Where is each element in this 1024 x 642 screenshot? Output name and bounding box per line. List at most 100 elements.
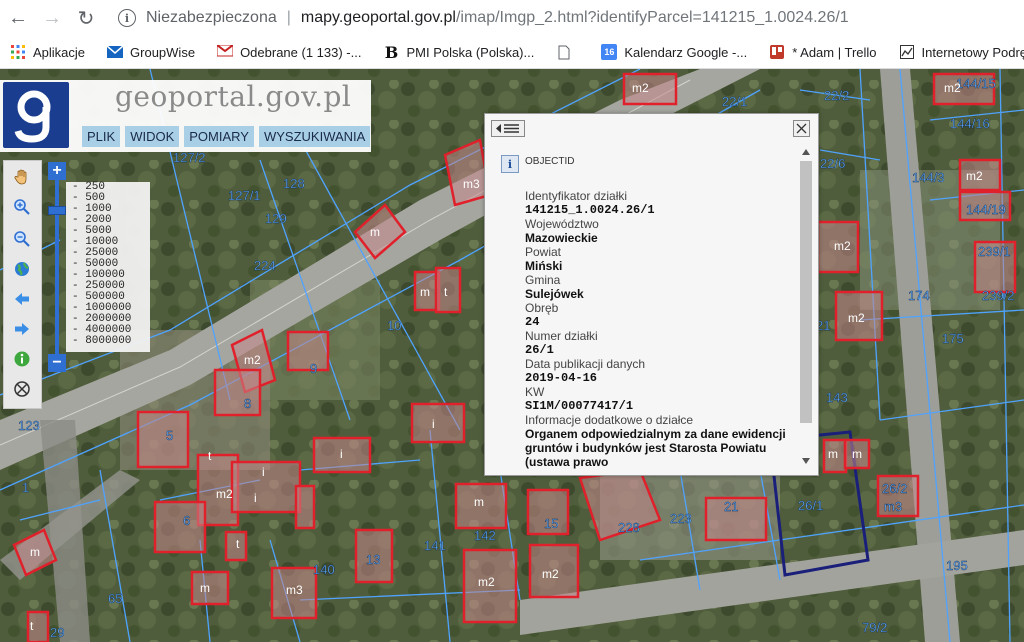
identify-info-icon[interactable] xyxy=(12,349,32,369)
map-toolbar xyxy=(3,160,42,409)
back-arrow-icon[interactable]: ← xyxy=(2,2,34,34)
parcel-label: 224 xyxy=(254,258,276,273)
bookmark-document[interactable] xyxy=(556,44,579,60)
building-code: m xyxy=(828,447,838,461)
zoom-slider[interactable]: + − xyxy=(48,162,66,374)
zoom-thumb[interactable] xyxy=(48,206,66,215)
parcel-label: 223 xyxy=(670,511,692,526)
zoom-in-icon[interactable] xyxy=(12,197,32,217)
bookmark-label: Aplikacje xyxy=(33,44,86,60)
building-code: m2 xyxy=(944,81,961,95)
parcel-fields: Identyfikator działki 141215_1.0024.26/1… xyxy=(525,189,795,469)
parcel-label: 228 xyxy=(618,520,640,535)
bookmark-gmail[interactable]: Odebrane (1 133) -... xyxy=(217,44,361,60)
trello-icon xyxy=(769,44,785,60)
parcel-label: 26/2 xyxy=(882,481,907,496)
building-code: m2 xyxy=(848,311,865,325)
building-code: m2 xyxy=(542,567,559,581)
field-label: KW xyxy=(525,385,545,399)
menu-plik[interactable]: PLIK xyxy=(82,126,121,147)
objectid-label: OBJECTID xyxy=(525,156,575,167)
field-value: Organem odpowiedzialnym za dane ewidencj… xyxy=(525,427,786,469)
field-label: Numer działki xyxy=(525,329,598,343)
popup-close-icon[interactable] xyxy=(793,120,810,137)
bookmark-pmi[interactable]: B PMI Polska (Polska)... xyxy=(383,43,535,62)
scroll-up-icon[interactable] xyxy=(802,149,810,155)
globe-full-extent-icon[interactable] xyxy=(12,259,32,279)
bookmark-calendar[interactable]: 16 Kalendarz Google -... xyxy=(601,44,747,60)
menu-wyszukiwania[interactable]: WYSZUKIWANIA xyxy=(258,126,371,147)
bookmark-trello[interactable]: * Adam | Trello xyxy=(769,44,877,60)
info-i-icon: i xyxy=(501,155,519,173)
field-label: Gmina xyxy=(525,273,561,287)
next-view-arrow-icon[interactable] xyxy=(12,319,32,339)
parcel-label: 128 xyxy=(283,176,305,191)
building-code: i xyxy=(262,465,265,479)
menu-widok[interactable]: WIDOK xyxy=(125,126,180,147)
menu-pomiary[interactable]: POMIARY xyxy=(184,126,254,147)
building-code: m xyxy=(200,581,210,595)
bookmark-label: * Adam | Trello xyxy=(792,44,877,60)
parcel-label: 127/1 xyxy=(228,188,261,203)
pan-hand-icon[interactable] xyxy=(12,167,32,187)
popup-list-back-icon[interactable] xyxy=(491,120,525,137)
url-path: /imap/Imgp_2.html?identifyParcel=141215_… xyxy=(455,9,849,26)
parcel-label: 22/2 xyxy=(824,88,849,103)
popup-scrollbar[interactable] xyxy=(798,149,814,467)
field-label: Data publikacji danych xyxy=(525,357,646,371)
bookmark-apps[interactable]: Aplikacje xyxy=(10,44,85,60)
field-value: Mazowieckie xyxy=(525,231,598,245)
building-code: m3 xyxy=(463,177,480,191)
field-value: 141215_1.0024.26/1 xyxy=(525,203,655,217)
url-host: mapy.geoportal.gov.pl xyxy=(300,9,456,26)
field-value: 24 xyxy=(525,315,540,329)
zoom-plus-button[interactable]: + xyxy=(48,162,66,180)
building-code: m2 xyxy=(244,353,261,367)
field-label: Obręb xyxy=(525,301,559,315)
popup-content[interactable]: i OBJECTID Identyfikator działki 141215_… xyxy=(485,149,798,469)
reload-icon[interactable]: ↻ xyxy=(70,2,102,34)
zoom-minus-button[interactable]: − xyxy=(48,354,66,372)
building-code: m xyxy=(474,495,484,509)
parcel-label: 123 xyxy=(18,418,40,433)
popup-header xyxy=(485,114,818,144)
parcel-label: 129 xyxy=(265,211,287,226)
parcel-label: 127/2 xyxy=(173,150,206,165)
url-separator: | xyxy=(286,9,291,26)
parcel-label: 9 xyxy=(310,361,317,376)
bookmark-groupwise[interactable]: GroupWise xyxy=(107,44,195,60)
parcel-label: 144/19 xyxy=(966,202,1006,217)
field-value: 2019-04-16 xyxy=(525,371,598,385)
scroll-down-icon[interactable] xyxy=(802,458,810,464)
clear-cross-circle-icon[interactable] xyxy=(12,379,32,399)
field-label: Województwo xyxy=(525,217,599,231)
parcel-label: 8 xyxy=(244,396,251,411)
previous-view-arrow-icon[interactable] xyxy=(12,289,32,309)
popup-scroll-thumb[interactable] xyxy=(800,161,812,423)
building-code: m2 xyxy=(478,575,495,589)
building-code: m2 xyxy=(834,239,851,253)
bookmark-label: Kalendarz Google -... xyxy=(624,44,748,60)
field-label: Informacje dodatkowe o działce xyxy=(525,413,694,427)
scale-item[interactable]: - 8000000 xyxy=(66,336,150,347)
zoom-out-icon[interactable] xyxy=(12,229,32,249)
not-secure-label: Niezabezpieczona xyxy=(146,9,277,26)
bookmark-label: Odebrane (1 133) -... xyxy=(240,44,362,60)
building-code: m xyxy=(420,285,430,299)
parcel-label: 22/6 xyxy=(820,156,845,171)
parcel-label: 22/1 xyxy=(722,94,747,109)
parcel-label: 239/1 xyxy=(978,244,1011,259)
parcel-label-selected[interactable]: 26/1 xyxy=(798,498,824,513)
parcel-label: m3 xyxy=(884,499,902,514)
url-omnibox[interactable]: i Niezabezpieczona | mapy.geoportal.gov.… xyxy=(118,4,849,32)
logo-text: geoportal.gov.pl xyxy=(115,80,352,113)
geoportal-logo-icon xyxy=(3,82,69,148)
site-info-icon[interactable]: i xyxy=(118,9,136,27)
parcel-label: 21 xyxy=(724,499,738,514)
parcel-label: 174 xyxy=(908,288,930,303)
forward-arrow-icon[interactable]: → xyxy=(36,2,68,34)
parcel-label: 79/2 xyxy=(862,620,887,635)
parcel-label: 6 xyxy=(183,513,190,528)
parcel-label: 144/16 xyxy=(950,116,990,131)
bookmark-podrecznik[interactable]: Internetowy Podręc xyxy=(899,44,1024,60)
